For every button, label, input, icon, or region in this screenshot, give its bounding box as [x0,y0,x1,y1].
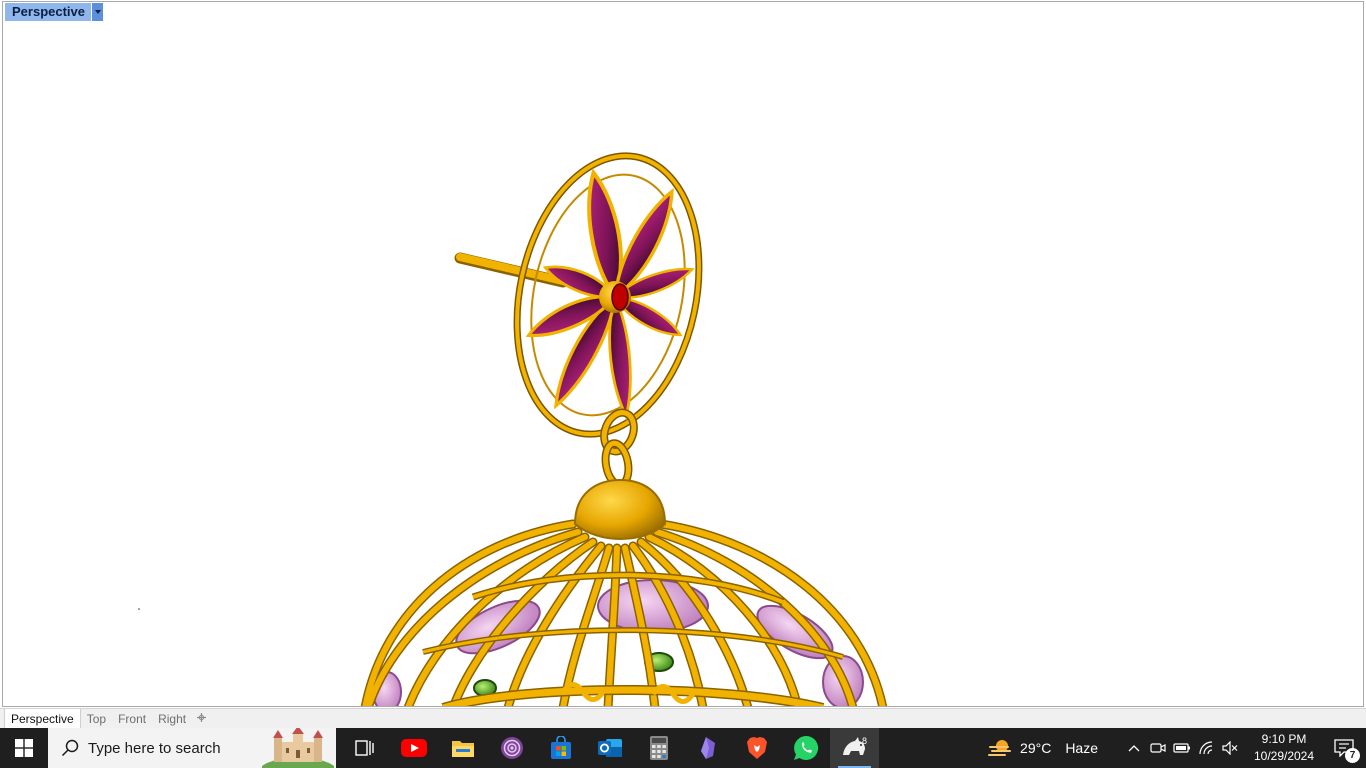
weather-condition: Haze [1065,740,1098,756]
meet-now-button[interactable] [1146,728,1170,768]
rhino-8-icon: 8 [842,736,867,755]
camera-icon [1150,743,1166,753]
weather-temperature: 29°C [1020,740,1052,756]
haze-weather-icon [988,740,1012,756]
task-view-button[interactable] [340,728,389,768]
outlook-app[interactable] [585,728,634,768]
youtube-app[interactable] [389,728,438,768]
taskbar-search-box[interactable]: Type here to search [48,728,336,768]
microsoft-store-icon [550,736,571,759]
calculator-icon [649,736,668,760]
volume-button[interactable] [1218,728,1242,768]
viewport-title-label[interactable]: Perspective [5,3,91,21]
search-icon [61,739,79,757]
windows-taskbar: Type here to search 8 29°C Haze 9:10 PM … [0,728,1366,768]
clock-date: 10/29/2024 [1253,749,1315,763]
youtube-icon [400,739,427,757]
jhumka-earring-model [138,152,888,706]
tor-browser-icon [500,737,523,759]
chevron-up-icon [1128,745,1140,752]
microsoft-store-app[interactable] [536,728,585,768]
notification-count-badge: 7 [1345,748,1360,763]
task-view-icon [354,740,374,756]
rhino-window: Perspective Perspective Top Front Right … [0,0,1366,768]
show-hidden-icons-button[interactable] [1122,728,1146,768]
notification-center-button[interactable]: 7 [1322,728,1366,768]
battery-button[interactable] [1170,728,1194,768]
tab-right[interactable]: Right [152,709,192,729]
system-tray: 29°C Haze 9:10 PM 10/29/2024 7 [988,728,1366,768]
tor-browser-app[interactable] [487,728,536,768]
search-highlight-castle-icon [262,728,334,768]
wifi-icon [1199,741,1213,755]
perspective-viewport[interactable]: Perspective [2,1,1364,707]
search-placeholder: Type here to search [88,739,221,757]
clock-time: 9:10 PM [1261,732,1307,746]
viewport-menu-chevron-icon[interactable] [92,3,103,21]
volume-muted-icon [1222,741,1238,755]
windows-logo-icon [15,739,33,757]
obsidian-app[interactable] [683,728,732,768]
brave-app[interactable] [732,728,781,768]
battery-icon [1173,743,1190,753]
file-explorer-icon [451,741,474,757]
whatsapp-icon [793,735,818,760]
tab-perspective[interactable]: Perspective [4,708,81,729]
rhino-version-badge: 8 [862,736,867,746]
viewport-title[interactable]: Perspective [5,3,103,21]
weather-widget[interactable]: 29°C Haze [988,738,1098,758]
viewport-tabs: Perspective Top Front Right [0,708,1366,729]
add-viewport-tab-icon[interactable] [192,709,211,729]
obsidian-icon [700,737,715,759]
rhino-8-app[interactable]: 8 [830,728,879,768]
calculator-app[interactable] [634,728,683,768]
network-button[interactable] [1194,728,1218,768]
outlook-icon [597,739,622,757]
tab-front[interactable]: Front [112,709,152,729]
taskbar-clock[interactable]: 9:10 PM 10/29/2024 [1246,731,1322,765]
whatsapp-app[interactable] [781,728,830,768]
tab-top[interactable]: Top [81,709,112,729]
file-explorer-app[interactable] [438,728,487,768]
start-button[interactable] [0,728,48,768]
brave-icon [746,737,767,759]
